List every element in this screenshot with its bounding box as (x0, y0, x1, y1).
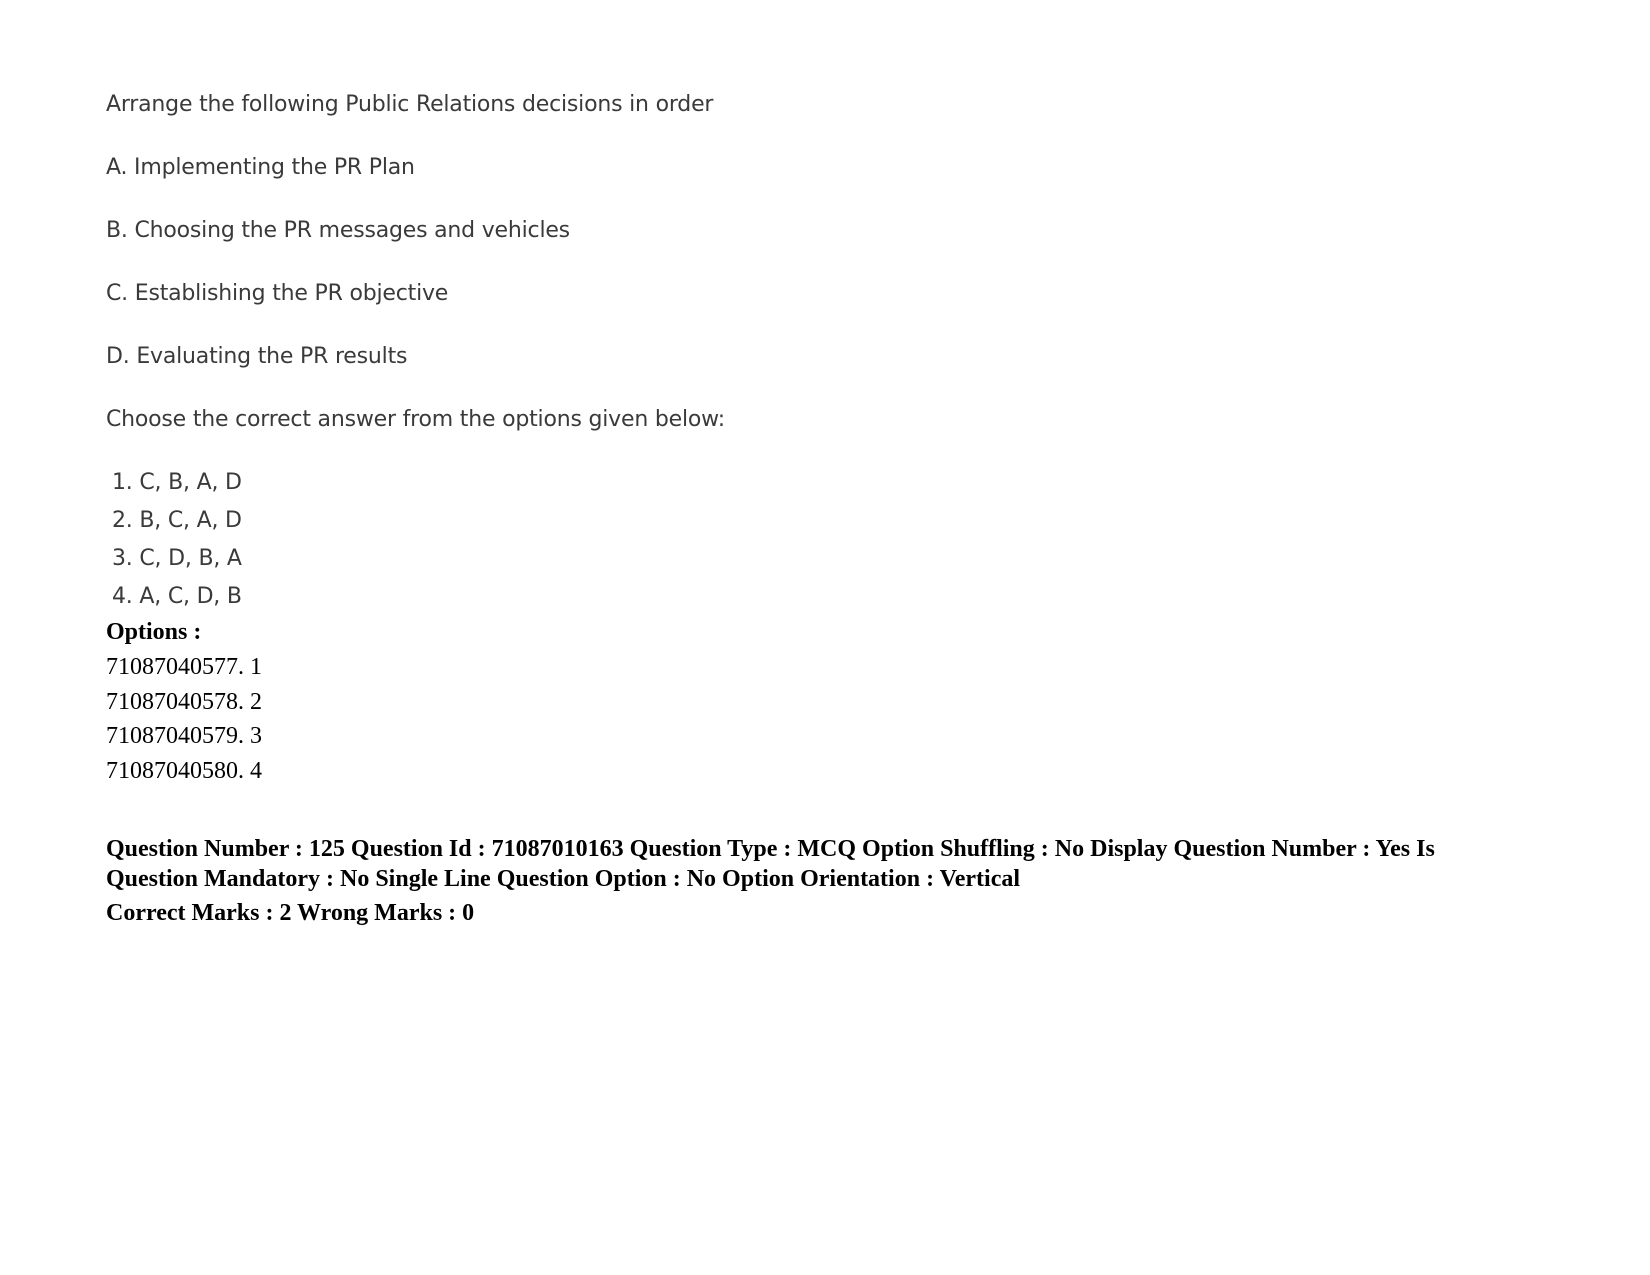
item-d: D. Evaluating the PR results (106, 344, 408, 369)
option-3: 71087040579. 3 (106, 723, 262, 749)
marks-line: Correct Marks : 2 Wrong Marks : 0 (106, 900, 475, 926)
choice-4: 4. A, C, D, B (112, 584, 242, 609)
item-a: A. Implementing the PR Plan (106, 155, 415, 180)
choice-1: 1. C, B, A, D (112, 470, 242, 495)
choice-2: 2. B, C, A, D (112, 508, 242, 533)
question-meta-line: Question Number : 125 Question Id : 7108… (106, 836, 1435, 892)
option-2: 71087040578. 2 (106, 689, 262, 715)
options-label: Options : (106, 619, 202, 645)
option-4: 71087040580. 4 (106, 758, 262, 784)
option-1: 71087040577. 1 (106, 654, 262, 680)
item-c: C. Establishing the PR objective (106, 281, 449, 306)
question-stem: Arrange the following Public Relations d… (106, 92, 714, 117)
instruction: Choose the correct answer from the optio… (106, 407, 725, 432)
choice-3: 3. C, D, B, A (112, 546, 242, 571)
item-b: B. Choosing the PR messages and vehicles (106, 218, 570, 243)
